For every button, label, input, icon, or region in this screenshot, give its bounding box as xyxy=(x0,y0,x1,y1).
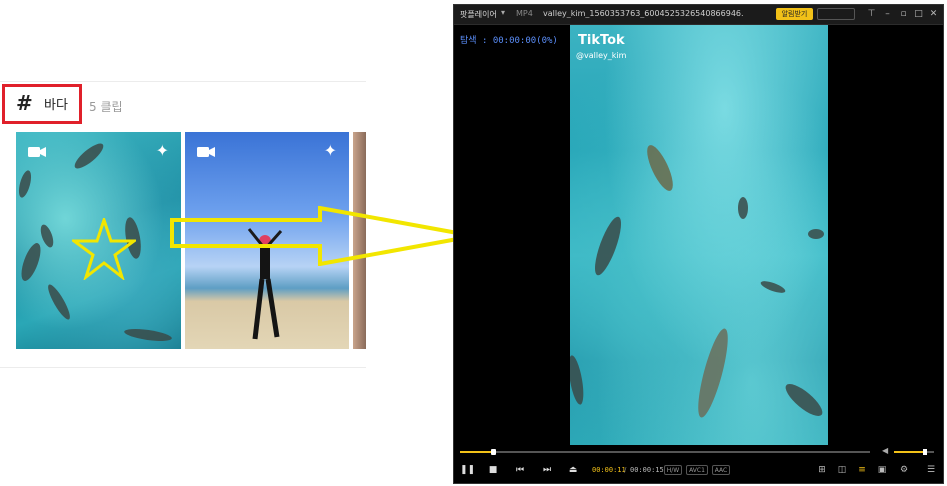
codec-badge[interactable]: AVC1 xyxy=(686,465,708,475)
pin-icon[interactable]: ⊤ xyxy=(866,8,877,20)
subtitle-icon[interactable]: ⊞ xyxy=(815,463,829,477)
volume-icon[interactable]: ◀ xyxy=(882,446,888,455)
3d-icon[interactable]: ◫ xyxy=(835,463,849,477)
tag-highlight-box xyxy=(2,84,82,124)
notify-badge[interactable]: 알림받기 xyxy=(776,8,813,20)
video-camera-icon xyxy=(28,147,46,157)
seek-fill xyxy=(460,451,493,453)
tag-label[interactable]: 바다 xyxy=(44,94,68,113)
fish-shape xyxy=(781,379,827,421)
skin-selector[interactable] xyxy=(817,8,855,20)
file-name: valley_kim_1560353763_600452532654086694… xyxy=(543,9,743,18)
total-time: 00:00:15 xyxy=(630,466,664,474)
format-label: MP4 xyxy=(516,9,533,18)
fish-shape xyxy=(738,197,748,219)
maximize-icon[interactable]: □ xyxy=(913,8,924,20)
next-icon[interactable]: ⏭ xyxy=(540,463,554,477)
tiktok-logo: TikTok xyxy=(578,33,625,48)
seek-bar[interactable] xyxy=(460,449,870,455)
seek-handle[interactable] xyxy=(490,449,496,455)
volume-handle[interactable] xyxy=(923,449,927,455)
media-player-window: 팟플레이어 ▾ MP4 valley_kim_1560353763_600452… xyxy=(453,4,944,484)
fish-shape xyxy=(759,278,787,296)
seek-status: 탐색 : 00:00:00(0%) xyxy=(460,36,558,46)
fish-shape xyxy=(642,141,678,195)
app-menu-arrow-icon[interactable]: ▾ xyxy=(501,8,505,17)
clip-count: 5 클립 xyxy=(89,100,123,114)
previous-icon[interactable]: ⏮ xyxy=(513,463,527,477)
fish-shape xyxy=(38,223,56,249)
video-camera-icon xyxy=(197,147,215,157)
stop-icon[interactable]: ■ xyxy=(486,463,500,477)
fish-shape xyxy=(570,354,587,406)
volume-fill xyxy=(894,451,924,453)
video-frame[interactable]: TikTok @valley_kim xyxy=(570,25,828,445)
pause-icon[interactable]: ❚❚ xyxy=(460,463,475,477)
sparkle-icon: ✦ xyxy=(323,141,337,160)
playlist-menu-icon[interactable]: ☰ xyxy=(924,463,938,477)
fish-shape xyxy=(16,169,34,199)
minimize-icon[interactable]: – xyxy=(882,8,893,20)
fish-shape xyxy=(71,139,107,173)
fish-shape xyxy=(17,240,45,284)
fish-shape xyxy=(123,326,173,344)
eject-icon[interactable]: ⏏ xyxy=(566,463,580,477)
capture-icon[interactable]: ▣ xyxy=(875,463,889,477)
fish-shape xyxy=(589,214,627,278)
control-bar: ❚❚ ■ ⏮ ⏭ ⏏ 00:00:11 / 00:00:15 H/W AVC1 … xyxy=(454,459,943,483)
fish-shape xyxy=(44,282,74,322)
fish-shape xyxy=(808,229,824,239)
settings-gear-icon[interactable]: ⚙ xyxy=(897,463,911,477)
audio-badge[interactable]: AAC xyxy=(712,465,730,475)
time-separator: / xyxy=(624,466,627,474)
tiktok-username: @valley_kim xyxy=(576,51,627,60)
star-annotation-icon xyxy=(72,218,136,280)
sparkle-icon: ✦ xyxy=(155,141,169,160)
fish-shape xyxy=(692,326,734,420)
volume-slider[interactable] xyxy=(894,449,934,455)
hw-badge[interactable]: H/W xyxy=(664,465,682,475)
hash-icon: # xyxy=(16,91,33,115)
app-name[interactable]: 팟플레이어 xyxy=(460,9,497,20)
close-icon[interactable]: ✕ xyxy=(928,8,939,20)
current-time: 00:00:11 xyxy=(592,466,626,474)
equalizer-icon[interactable]: ≡ xyxy=(855,463,869,477)
restore-icon[interactable]: ▫ xyxy=(898,8,909,20)
player-titlebar: 팟플레이어 ▾ MP4 valley_kim_1560353763_600452… xyxy=(454,5,943,25)
arrow-annotation-icon xyxy=(170,206,475,266)
